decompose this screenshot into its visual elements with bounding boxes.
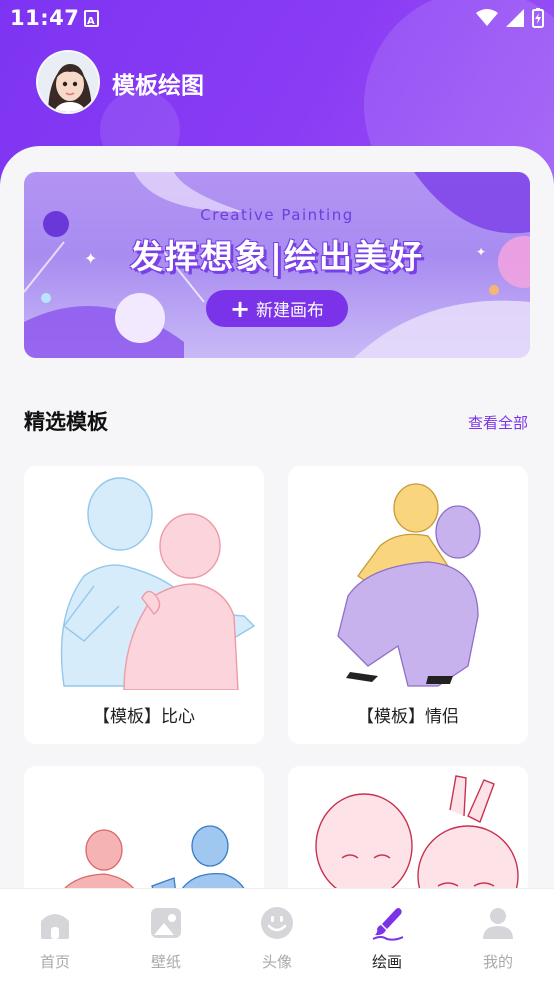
template-caption: 【模板】情侣 <box>357 707 459 727</box>
battery-icon <box>532 8 544 28</box>
avatar-face-icon <box>261 907 293 939</box>
nav-item-paint[interactable]: 绘画 <box>352 905 422 972</box>
template-card[interactable] <box>288 766 528 906</box>
status-time: 11:47 <box>10 6 80 30</box>
nav-item-profile[interactable]: 我的 <box>463 905 533 972</box>
svg-text:A: A <box>87 16 95 27</box>
signal-icon <box>506 9 524 27</box>
template-thumbnail <box>53 825 252 906</box>
template-thumbnail <box>315 775 519 906</box>
nav-label: 绘画 <box>371 953 402 971</box>
template-thumbnail <box>337 483 481 687</box>
bottom-navigation: 首页 壁纸 头像 绘画 我的 <box>0 888 554 984</box>
user-avatar[interactable] <box>36 50 100 114</box>
wallpaper-icon <box>151 908 181 938</box>
system-icons <box>476 8 544 28</box>
create-canvas-banner[interactable]: ✦ ✦ Creative Painting 发挥想象|绘出美好 + 新建画布 <box>24 172 530 358</box>
section-title: 精选模板 <box>24 410 108 434</box>
banner-subtitle: Creative Painting <box>200 206 354 224</box>
template-card[interactable]: 【模板】比心 <box>24 466 264 744</box>
template-caption: 【模板】比心 <box>93 707 195 727</box>
nav-item-home[interactable]: 首页 <box>20 905 90 972</box>
nav-label: 首页 <box>39 953 70 971</box>
plus-icon: + <box>229 294 251 323</box>
nav-label: 壁纸 <box>150 953 181 971</box>
nav-item-wallpaper[interactable]: 壁纸 <box>131 905 201 972</box>
view-all-link[interactable]: 查看全部 <box>468 412 528 433</box>
wifi-icon <box>476 9 498 26</box>
notification-a-icon: A <box>84 10 99 27</box>
new-canvas-label: 新建画布 <box>256 301 325 321</box>
template-thumbnail <box>60 477 256 690</box>
profile-icon <box>483 908 513 939</box>
template-card[interactable] <box>24 766 264 906</box>
nav-item-avatar[interactable]: 头像 <box>242 905 312 972</box>
template-card[interactable]: 【模板】情侣 <box>288 466 528 744</box>
new-canvas-button[interactable]: + 新建画布 <box>206 290 348 327</box>
page-title: 模板绘图 <box>112 73 204 99</box>
nav-label: 我的 <box>482 953 513 971</box>
banner-title: 发挥想象|绘出美好 <box>129 237 425 276</box>
nav-label: 头像 <box>261 953 292 971</box>
status-bar: 11:47 A <box>0 0 554 36</box>
paint-brush-icon <box>372 908 404 941</box>
home-icon <box>41 914 69 939</box>
